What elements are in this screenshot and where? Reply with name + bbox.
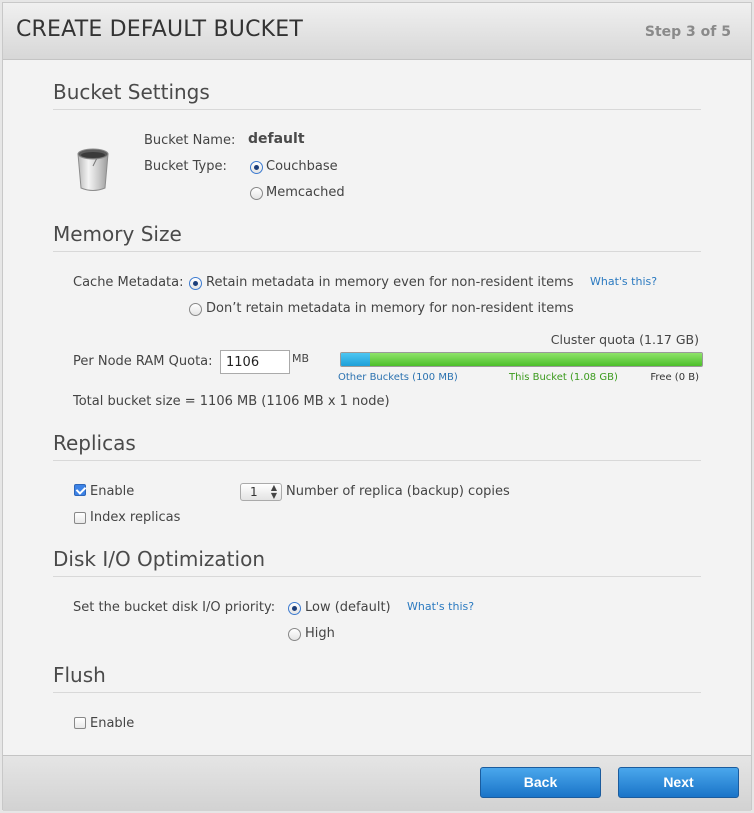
bucket-type-memcached-label[interactable]: Memcached: [266, 185, 345, 200]
bucket-type-couchbase-label[interactable]: Couchbase: [266, 159, 338, 174]
cache-retain-radio[interactable]: [189, 277, 202, 290]
bucket-type-label: Bucket Type:: [144, 159, 227, 174]
dialog-footer: Back Next: [3, 755, 751, 811]
other-buckets-label: Other Buckets (100 MB): [338, 372, 458, 383]
disk-priority-low-radio[interactable]: [288, 602, 301, 615]
cache-dont-retain-label[interactable]: Don’t retain metadata in memory for non-…: [206, 301, 574, 316]
cluster-quota-label: Cluster quota (1.17 GB): [550, 332, 699, 347]
this-bucket-segment: [369, 353, 702, 366]
wizard-dialog: CREATE DEFAULT BUCKET Step 3 of 5 Bucket…: [2, 2, 752, 811]
ram-unit-label: MB: [292, 352, 310, 365]
section-title-disk-io: Disk I/O Optimization: [53, 547, 265, 571]
index-replicas-label[interactable]: Index replicas: [90, 510, 180, 525]
index-replicas-checkbox[interactable]: [74, 512, 86, 524]
section-title-bucket-settings: Bucket Settings: [53, 80, 210, 104]
disk-priority-high-radio[interactable]: [288, 628, 301, 641]
section-title-flush: Flush: [53, 663, 106, 687]
cache-retain-label[interactable]: Retain metadata in memory even for non-r…: [206, 275, 574, 290]
next-button[interactable]: Next: [618, 767, 739, 798]
total-bucket-size: Total bucket size = 1106 MB (1106 MB x 1…: [73, 394, 390, 409]
bucket-name-value: default: [248, 131, 305, 147]
disk-priority-label: Set the bucket disk I/O priority:: [73, 600, 276, 615]
ram-quota-label: Per Node RAM Quota:: [73, 354, 213, 369]
step-indicator: Step 3 of 5: [644, 24, 731, 40]
flush-enable-label[interactable]: Enable: [90, 716, 134, 731]
divider: [53, 251, 701, 252]
bucket-icon: [77, 148, 109, 191]
disk-priority-low-label[interactable]: Low (default): [305, 600, 391, 615]
cache-dont-retain-radio[interactable]: [189, 303, 202, 316]
bucket-type-memcached-radio[interactable]: [250, 187, 263, 200]
bucket-name-label: Bucket Name:: [144, 133, 236, 148]
back-button[interactable]: Back: [480, 767, 601, 798]
replica-count-value: 1: [250, 485, 258, 499]
divider: [53, 460, 701, 461]
divider: [53, 576, 701, 577]
disk-priority-high-label[interactable]: High: [305, 626, 335, 641]
memory-quota-bar: [340, 352, 703, 367]
whats-this-link-disk[interactable]: What's this?: [407, 600, 474, 613]
divider: [53, 109, 701, 110]
whats-this-link-cache[interactable]: What's this?: [590, 275, 657, 288]
dialog-title: CREATE DEFAULT BUCKET: [16, 17, 304, 42]
section-title-replicas: Replicas: [53, 431, 136, 455]
replica-count-label: Number of replica (backup) copies: [286, 484, 510, 499]
ram-quota-input[interactable]: [220, 350, 290, 374]
flush-enable-checkbox[interactable]: [74, 717, 86, 729]
free-label: Free (0 B): [650, 372, 699, 383]
replica-count-select[interactable]: 1 ▲ ▼: [240, 483, 282, 501]
bucket-type-couchbase-radio[interactable]: [250, 161, 263, 174]
divider: [53, 692, 701, 693]
chevron-updown-icon: ▲ ▼: [270, 483, 277, 500]
this-bucket-label: This Bucket (1.08 GB): [509, 372, 618, 383]
replicas-enable-checkbox[interactable]: [74, 484, 86, 496]
dialog-header: CREATE DEFAULT BUCKET Step 3 of 5: [3, 3, 751, 60]
other-buckets-segment: [341, 353, 370, 366]
cache-metadata-label: Cache Metadata:: [73, 275, 184, 290]
replicas-enable-label[interactable]: Enable: [90, 484, 134, 499]
section-title-memory-size: Memory Size: [53, 222, 182, 246]
